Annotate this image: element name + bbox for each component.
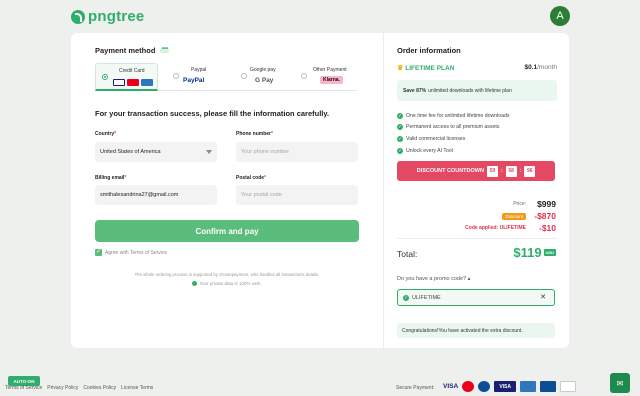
- mastercard-icon: [462, 381, 475, 392]
- countdown-value: 58: [505, 165, 517, 177]
- price-value: $999: [537, 199, 556, 209]
- email-field[interactable]: smithalexandrina27@gmail.com: [95, 185, 217, 205]
- tab-label: Other Payment: [313, 67, 347, 73]
- logo[interactable]: pngtree: [71, 8, 144, 25]
- tab-paypal[interactable]: Paypal PayPal: [163, 63, 227, 91]
- tab-label: Credit Card: [119, 68, 145, 74]
- email-label: Billing email*: [95, 175, 127, 181]
- order-title: Order information: [397, 46, 461, 55]
- card-logos: [113, 79, 153, 86]
- postal-label: Postal code*: [236, 175, 267, 181]
- checkbox-icon[interactable]: ✓: [95, 249, 102, 256]
- diners-icon: [560, 381, 577, 392]
- plan-name: ♛ LIFETIME PLAN: [397, 64, 455, 73]
- google-pay-logo: G Pay: [255, 77, 274, 84]
- paypal-logo: PayPal: [183, 77, 205, 84]
- radio-icon: [301, 73, 307, 79]
- check-icon: ✓: [397, 124, 403, 131]
- radio-icon: [173, 73, 179, 79]
- discount-badge: Discount: [502, 212, 526, 220]
- feature-list: ✓ One time fee for unlimited lifetime dow…: [397, 110, 510, 156]
- radio-icon: [241, 73, 247, 79]
- total-value: $119 USD: [513, 245, 556, 260]
- discover-icon: [580, 381, 601, 392]
- discount-value: -$870: [534, 211, 556, 221]
- visa-logo: VISA: [443, 383, 459, 390]
- footer-link-privacy[interactable]: Privacy Policy: [47, 385, 78, 391]
- price-row: Price: $999: [513, 199, 556, 209]
- footer-link-terms[interactable]: Terms of Service: [5, 385, 42, 391]
- mastercard-icon: [127, 79, 139, 86]
- congrats-message: Congratulations!You have activated the e…: [397, 323, 555, 338]
- klarna-logo: Klarna.: [320, 76, 343, 84]
- confirm-pay-button[interactable]: Confirm and pay: [95, 220, 359, 242]
- payment-logos: VISA VISA: [443, 381, 601, 392]
- code-row: Code applied: ULIFETIME -$10: [465, 223, 556, 233]
- phone-input[interactable]: Your phone number: [236, 142, 358, 162]
- top-bar: pngtree A: [0, 0, 640, 32]
- footer-link-license[interactable]: License Terms: [121, 385, 153, 391]
- more-icon[interactable]: •••: [160, 46, 170, 53]
- divider: [397, 238, 557, 239]
- feature-item: ✓ Permanent access to all premium assets: [397, 124, 500, 131]
- promo-code-field[interactable]: ✓ ULIFETIME ✕: [397, 289, 555, 306]
- payment-tabs: Credit Card Paypal PayPal Google pay G P…: [95, 63, 357, 91]
- check-icon: ✓: [397, 147, 403, 154]
- tab-other-payment[interactable]: Other Payment Klarna.: [299, 63, 357, 91]
- discount-row: Discount -$870: [502, 211, 556, 221]
- amex-icon: [520, 381, 537, 392]
- plan-price: $0.1/month: [524, 64, 557, 71]
- support-note: The whole ordering process is supported …: [134, 272, 320, 277]
- phone-label: Phone number*: [236, 131, 273, 137]
- check-icon: ✓: [403, 294, 409, 301]
- feature-item: ✓ Unlock every AI Tool: [397, 147, 453, 154]
- jcb-icon: [540, 381, 557, 392]
- country-label: Country*: [95, 131, 117, 137]
- check-icon: ✓: [397, 112, 403, 119]
- crown-icon: ♛: [397, 65, 404, 72]
- total-label: Total:: [397, 249, 418, 259]
- logo-icon: [71, 9, 85, 24]
- maestro-icon: [478, 381, 491, 392]
- payment-method-title: Payment method •••: [95, 46, 170, 55]
- countdown-value: 59: [486, 165, 498, 177]
- discount-countdown: DISCOUNT COUNTDOWN 59 : 58 : 96: [397, 161, 555, 181]
- save-banner: Save 87% unlimited downloads with lifetim…: [397, 80, 557, 101]
- feature-item: ✓ One time fee for unlimited lifetime dow…: [397, 112, 510, 119]
- payment-panel: Payment method ••• Credit Card Paypal Pa…: [71, 33, 383, 348]
- countdown-value: 96: [524, 165, 536, 177]
- payment-method-heading: Payment method: [95, 46, 156, 55]
- agree-terms[interactable]: ✓ Agree with Terms of Service: [95, 249, 167, 256]
- avatar[interactable]: A: [550, 6, 570, 26]
- code-value: -$10: [538, 223, 556, 233]
- checkout-card: Payment method ••• Credit Card Paypal Pa…: [71, 33, 569, 348]
- close-icon[interactable]: ✕: [540, 293, 546, 301]
- footer-link-cookies[interactable]: Cookies Policy: [83, 385, 116, 391]
- tab-google-pay[interactable]: Google pay G Pay: [231, 63, 295, 91]
- secure-payment-label: Secure Payment:: [396, 385, 435, 391]
- tab-credit-card[interactable]: Credit Card: [95, 63, 158, 91]
- visa-card-icon: [113, 79, 125, 86]
- tab-label: Paypal: [191, 67, 207, 73]
- chevron-down-icon: [206, 150, 212, 154]
- footer-links: Terms of Service Privacy Policy Cookies …: [5, 385, 153, 391]
- chat-icon[interactable]: ✉: [610, 373, 630, 393]
- amex-card-icon: [141, 79, 153, 86]
- feature-item: ✓ Valid commercial licenses: [397, 135, 466, 142]
- country-select[interactable]: United States of America: [95, 142, 217, 162]
- instruction-text: For your transaction success, please fil…: [95, 109, 330, 118]
- shield-icon: [192, 281, 198, 286]
- order-panel: Order information ♛ LIFETIME PLAN $0.1/m…: [384, 33, 569, 348]
- tab-label: Google pay: [250, 67, 276, 73]
- check-icon: ✓: [397, 135, 403, 142]
- privacy-note: Your private data is 100% safe.: [95, 281, 359, 286]
- radio-icon: [102, 74, 108, 80]
- visa-card-icon: VISA: [494, 381, 517, 392]
- agree-text: Agree with Terms of Service: [105, 249, 168, 256]
- postal-input[interactable]: Your postal code: [236, 185, 358, 205]
- countdown-label: DISCOUNT COUNTDOWN: [416, 168, 484, 174]
- logo-text: pngtree: [88, 8, 145, 25]
- plan-row: ♛ LIFETIME PLAN $0.1/month: [397, 64, 557, 74]
- promo-toggle[interactable]: Do you have a promo code? ▴: [397, 276, 470, 282]
